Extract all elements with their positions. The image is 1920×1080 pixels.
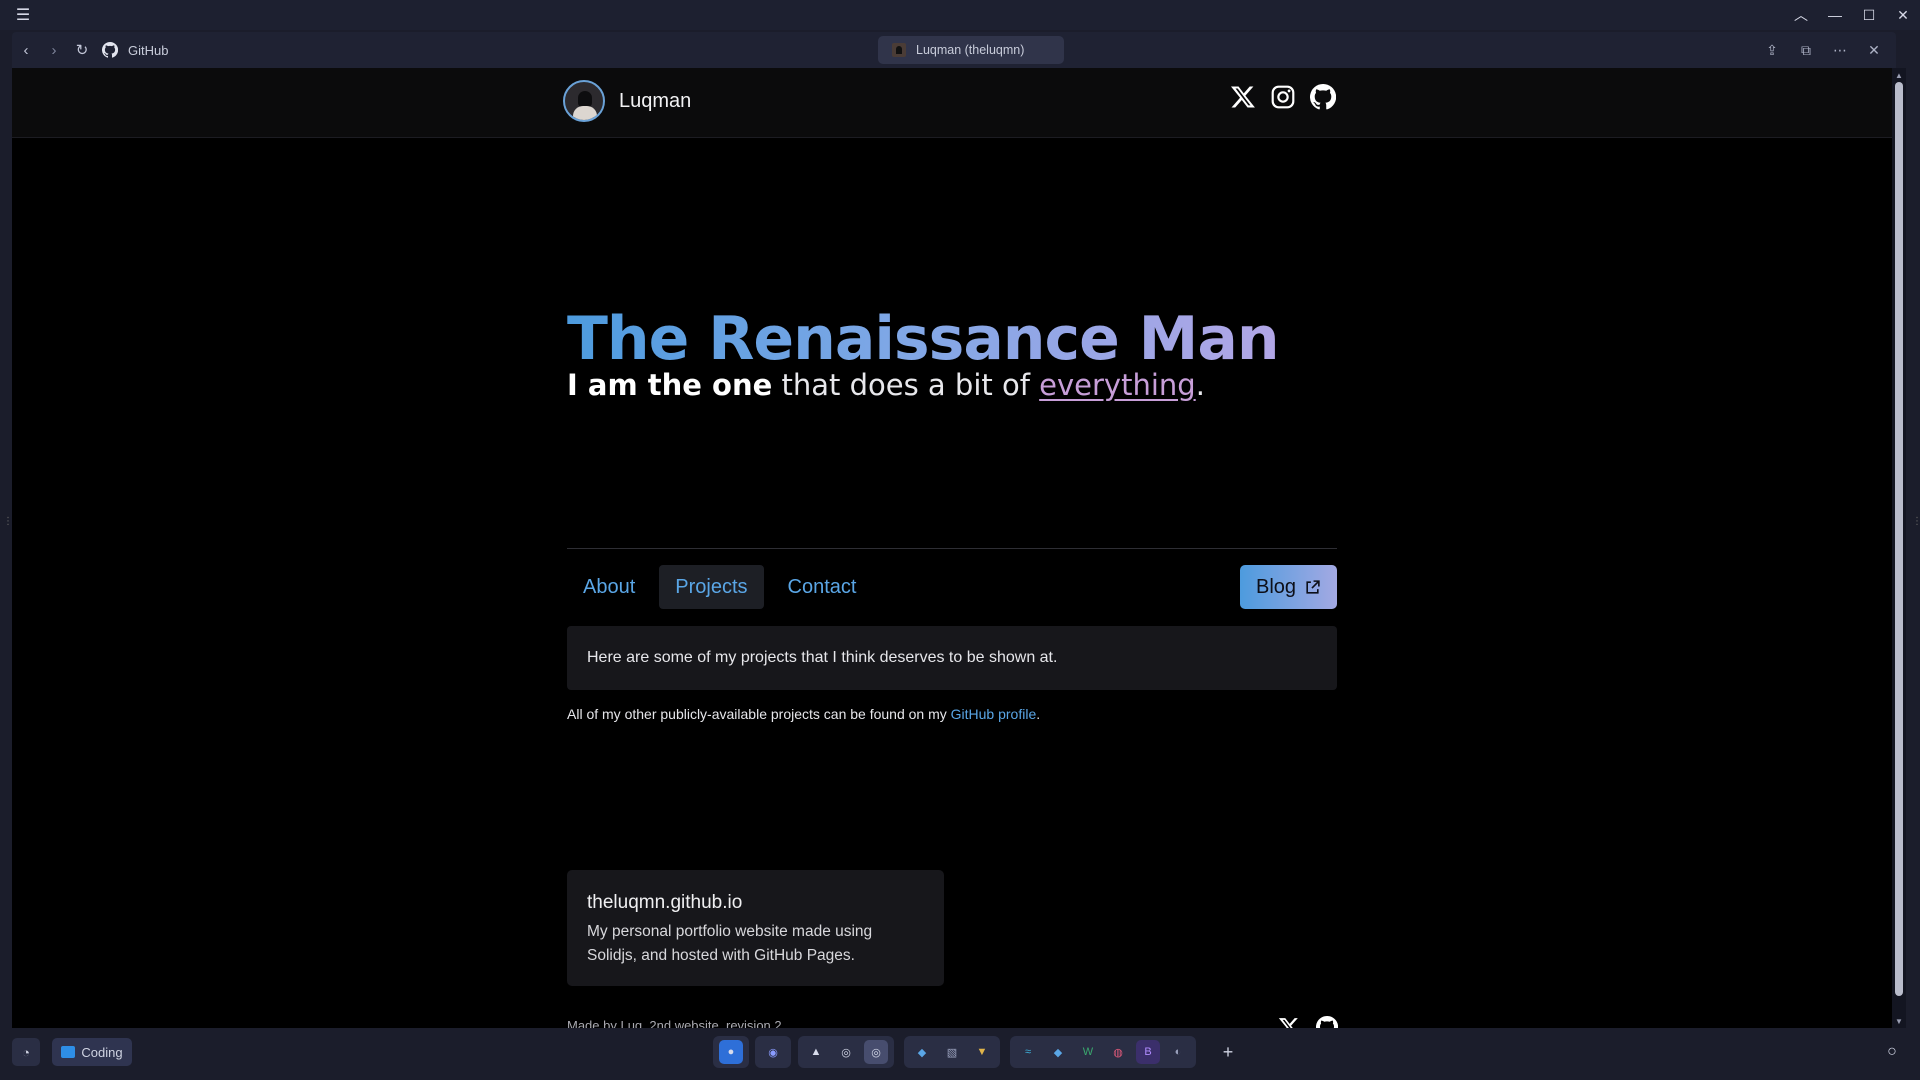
instagram-icon[interactable] bbox=[1270, 84, 1296, 110]
page-scrollbar[interactable]: ▲ ▼ bbox=[1892, 68, 1906, 1028]
project-title: theluqmn.github.io bbox=[587, 892, 743, 913]
everything-link[interactable]: everything bbox=[1039, 368, 1196, 402]
blog-label: Blog bbox=[1255, 575, 1297, 598]
x-icon[interactable] bbox=[1230, 84, 1256, 110]
minimize-button[interactable]: — bbox=[1818, 0, 1852, 30]
site-header: Luqman bbox=[12, 68, 1892, 138]
maximize-button[interactable]: ☐ bbox=[1852, 0, 1886, 30]
scrollbar-thumb[interactable] bbox=[1895, 82, 1903, 996]
footer-social bbox=[1278, 1016, 1338, 1028]
tab-about[interactable]: About bbox=[567, 565, 651, 609]
tab-favicon-icon bbox=[892, 43, 906, 57]
hero-sub-end: . bbox=[1195, 368, 1205, 402]
extensions-icon[interactable]: ⧉ bbox=[1792, 36, 1820, 64]
projects-intro-text: Here are some of my projects that I thin… bbox=[587, 649, 1058, 666]
launcher-icon[interactable]: ◔ bbox=[12, 1038, 40, 1066]
bootstrap-icon[interactable]: B bbox=[1136, 1040, 1160, 1064]
x-icon[interactable] bbox=[1278, 1016, 1300, 1028]
note-prefix: All of my other publicly-available proje… bbox=[567, 706, 951, 722]
left-resize-handle[interactable]: ⋮ bbox=[3, 517, 13, 548]
github-profile-link[interactable]: GitHub profile bbox=[951, 706, 1037, 722]
app-icon-cloud[interactable]: ◆ bbox=[910, 1040, 934, 1064]
app-icon-cloud-2[interactable]: ◆ bbox=[1046, 1040, 1070, 1064]
app-icon-vite[interactable]: ▼ bbox=[970, 1040, 994, 1064]
window-titlebar: ☰ ︿ — ☐ ✕ bbox=[0, 0, 1920, 30]
workspace-icon bbox=[61, 1046, 76, 1058]
active-tab[interactable]: Luqman (theluqmn) bbox=[878, 36, 1064, 64]
window-controls: ︿ — ☐ ✕ bbox=[1784, 0, 1920, 30]
section-tabs: About Projects Contact bbox=[567, 565, 872, 609]
site-label: GitHub bbox=[128, 42, 169, 58]
reload-button[interactable]: ↻ bbox=[68, 36, 96, 64]
discord-icon[interactable]: ◉ bbox=[761, 1040, 785, 1064]
chevron-up-icon[interactable]: ︿ bbox=[1784, 0, 1818, 30]
tab-projects[interactable]: Projects bbox=[659, 565, 764, 609]
note-suffix: . bbox=[1036, 706, 1041, 722]
hamburger-menu-icon[interactable]: ☰ bbox=[0, 0, 46, 30]
app-icon-notes[interactable]: ▧ bbox=[940, 1040, 964, 1064]
hero-sub-mid: that does a bit of bbox=[772, 368, 1040, 402]
hero-subtitle: I am the one that does a bit of everythi… bbox=[567, 368, 1205, 402]
app-icon-user[interactable]: ◐ bbox=[1166, 1040, 1190, 1064]
footer-text: Made by Luq. 2nd website, revision 2 bbox=[567, 1018, 782, 1028]
add-button[interactable]: + bbox=[1214, 1038, 1242, 1066]
workspace-button[interactable]: Coding bbox=[52, 1038, 132, 1066]
site-identity[interactable]: GitHub bbox=[102, 42, 168, 58]
taskbar-group-5: ≈ ◆ W ◍ B ◐ bbox=[1010, 1036, 1196, 1068]
more-options-icon[interactable]: ⋯ bbox=[1826, 36, 1854, 64]
app-icon-w[interactable]: W bbox=[1076, 1040, 1100, 1064]
forward-button[interactable]: › bbox=[40, 36, 68, 64]
back-button[interactable]: ‹ bbox=[12, 36, 40, 64]
project-description: My personal portfolio website made using… bbox=[587, 923, 873, 964]
hero-sub-bold: I am the one bbox=[567, 368, 773, 402]
browser-toolbar: ‹ › ↻ GitHub Luqman (theluqmn) ⇪ ⧉ ⋯ ✕ bbox=[12, 32, 1896, 68]
avatar-app-icon[interactable]: ▲ bbox=[804, 1040, 828, 1064]
taskbar: ◔ Coding ● ◉ ▲ ◎ ◎ ◆ ▧ ▼ ≈ ◆ W ◍ B ◐ + ○ bbox=[0, 1032, 1920, 1072]
external-link-icon bbox=[1306, 579, 1320, 594]
tab-title: Luqman (theluqmn) bbox=[916, 43, 1025, 57]
blog-button[interactable]: Blog bbox=[1240, 565, 1337, 609]
close-button[interactable]: ✕ bbox=[1886, 0, 1920, 30]
github-icon bbox=[102, 42, 118, 58]
section-divider bbox=[567, 548, 1337, 549]
taskbar-group-2: ◉ bbox=[755, 1036, 791, 1068]
page-viewport: Luqman The Renaissance Man I am the one … bbox=[12, 68, 1892, 1028]
taskbar-group-4: ◆ ▧ ▼ bbox=[904, 1036, 1000, 1068]
close-tab-icon[interactable]: ✕ bbox=[1860, 36, 1888, 64]
github-icon[interactable] bbox=[1316, 1016, 1338, 1028]
projects-note: All of my other publicly-available proje… bbox=[567, 706, 1040, 722]
taskbar-group-1: ● bbox=[713, 1036, 749, 1068]
taskbar-group-3: ▲ ◎ ◎ bbox=[798, 1036, 894, 1068]
avatar bbox=[563, 80, 605, 122]
browser-actions: ⇪ ⧉ ⋯ ✕ bbox=[1758, 36, 1888, 64]
workspace-label: Coding bbox=[81, 1044, 123, 1060]
hero-title: The Renaissance Man bbox=[567, 304, 1280, 374]
project-card[interactable]: theluqmn.github.io My personal portfolio… bbox=[567, 870, 944, 986]
right-resize-handle[interactable]: ⋮ bbox=[1912, 517, 1920, 548]
notification-center-icon[interactable]: ○ bbox=[1878, 1038, 1906, 1066]
github-icon[interactable] bbox=[1310, 84, 1336, 110]
site-brand[interactable]: Luqman bbox=[563, 80, 691, 122]
tab-contact[interactable]: Contact bbox=[772, 565, 873, 609]
social-links bbox=[1230, 84, 1336, 110]
github-active-icon[interactable]: ◎ bbox=[864, 1040, 888, 1064]
app-icon-record[interactable]: ◍ bbox=[1106, 1040, 1130, 1064]
app-icon-blue[interactable]: ● bbox=[719, 1040, 743, 1064]
share-icon[interactable]: ⇪ bbox=[1758, 36, 1786, 64]
github-icon[interactable]: ◎ bbox=[834, 1040, 858, 1064]
tailwind-icon[interactable]: ≈ bbox=[1016, 1040, 1040, 1064]
projects-intro-panel: Here are some of my projects that I thin… bbox=[567, 626, 1337, 690]
scroll-down-icon[interactable]: ▼ bbox=[1892, 1014, 1906, 1028]
scroll-up-icon[interactable]: ▲ bbox=[1892, 68, 1906, 82]
brand-name: Luqman bbox=[619, 89, 692, 112]
